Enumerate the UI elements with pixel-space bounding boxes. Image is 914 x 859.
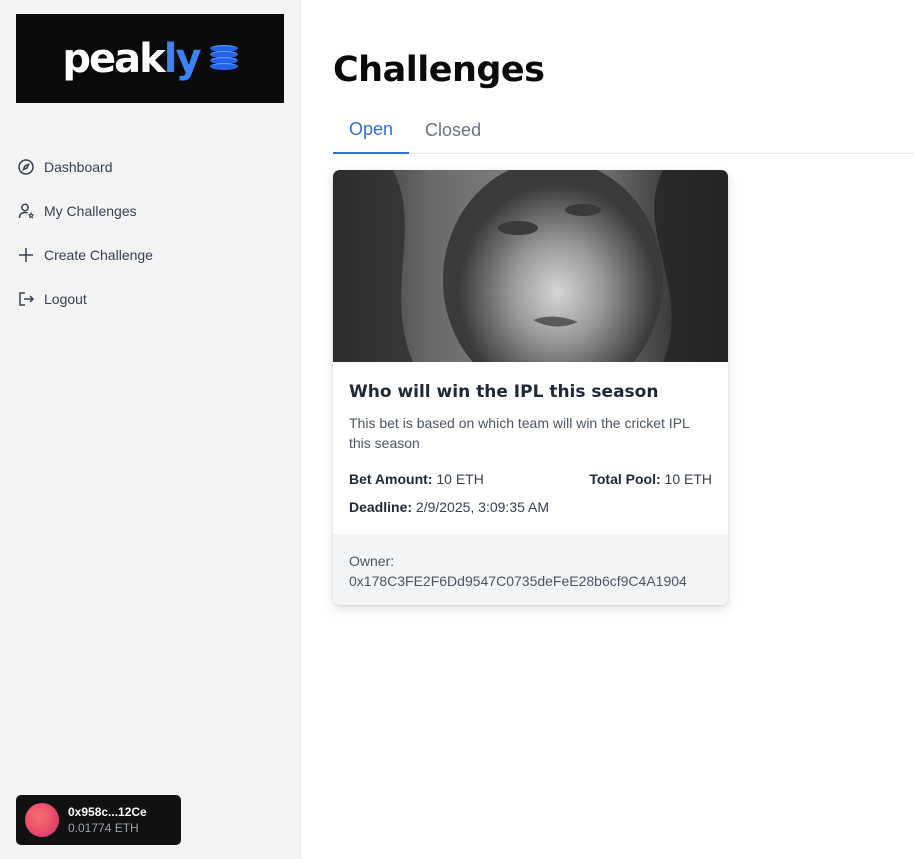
owner-address: 0x178C3FE2F6Dd9547C0735deFeE28b6cf9C4A19… <box>349 573 687 589</box>
total-pool: Total Pool: 10 ETH <box>589 471 712 487</box>
tab-open[interactable]: Open <box>333 107 410 154</box>
sidebar-item-logout[interactable]: Logout <box>16 277 284 321</box>
challenge-image <box>333 170 728 362</box>
owner-label: Owner: <box>349 553 395 569</box>
deadline: Deadline: 2/9/2025, 3:09:35 AM <box>349 499 550 515</box>
dashboard-gauge-icon <box>16 157 36 177</box>
main-content: Challenges Open Closed Who will win the … <box>301 0 914 859</box>
sidebar: peakly Dashboard My Challenges Create Ch… <box>0 0 301 859</box>
logout-icon <box>16 289 36 309</box>
sidebar-item-label: Create Challenge <box>44 247 153 263</box>
plus-icon <box>16 245 36 265</box>
sidebar-item-label: Logout <box>44 291 87 307</box>
wallet-balance: 0.01774 ETH <box>68 821 139 835</box>
challenge-card[interactable]: Who will win the IPL this season This be… <box>333 170 728 605</box>
user-star-icon <box>16 201 36 221</box>
card-title: Who will win the IPL this season <box>349 382 659 402</box>
sidebar-item-my-challenges[interactable]: My Challenges <box>16 189 284 233</box>
sidebar-item-create-challenge[interactable]: Create Challenge <box>16 233 284 277</box>
challenge-tabs: Open Closed <box>333 107 914 154</box>
sidebar-item-label: My Challenges <box>44 203 137 219</box>
card-stats-row: Bet Amount: 10 ETH Total Pool: 10 ETH <box>349 469 712 489</box>
wallet-avatar <box>25 803 59 837</box>
coin-stack-icon <box>209 44 238 73</box>
sidebar-item-dashboard[interactable]: Dashboard <box>16 145 284 189</box>
sidebar-item-label: Dashboard <box>44 159 113 175</box>
brand-name: peakly <box>62 35 201 82</box>
wallet-address: 0x958c...12Ce <box>68 805 147 819</box>
wallet-button[interactable]: 0x958c...12Ce 0.01774 ETH <box>16 795 181 845</box>
app: peakly Dashboard My Challenges Create Ch… <box>0 0 914 859</box>
sidebar-nav: Dashboard My Challenges Create Challenge… <box>16 145 284 321</box>
card-owner: Owner: 0x178C3FE2F6Dd9547C0735deFeE28b6c… <box>333 534 728 605</box>
card-description: This bet is based on which team will win… <box>349 415 690 451</box>
wallet-info: 0x958c...12Ce 0.01774 ETH <box>68 804 147 836</box>
tab-closed[interactable]: Closed <box>409 107 497 153</box>
bet-amount: Bet Amount: 10 ETH <box>349 471 484 487</box>
card-body: Who will win the IPL this season This be… <box>333 362 728 534</box>
page-title: Challenges <box>333 50 545 90</box>
brand-logo[interactable]: peakly <box>16 14 284 103</box>
